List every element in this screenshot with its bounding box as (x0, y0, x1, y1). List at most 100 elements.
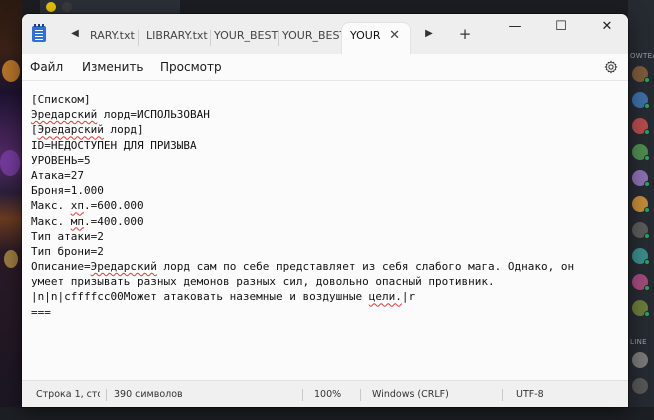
background-art-blob (0, 150, 20, 176)
tab-your-active[interactable]: YOUR ✕ (342, 23, 410, 54)
text-segment: === (31, 305, 51, 319)
misspelled-word: хп (70, 199, 84, 213)
tab-label: YOUR_BESTI (282, 29, 342, 42)
text-segment: [Списком] (31, 93, 91, 106)
menu-edit[interactable]: Изменить (76, 58, 150, 76)
document-text[interactable]: [Списком] Эредарский лорд=ИСПОЛЬЗОВАН [Эре… (31, 92, 621, 320)
tab-label: LIBRARY.txt (146, 29, 208, 42)
line-endings[interactable]: Windows (CRLF) (372, 381, 462, 407)
text-segment: ID=НЕДОСТУПЕН ДЛЯ ПРИЗЫВА (31, 138, 197, 152)
text-segment: Броня=1.000 (31, 184, 104, 198)
text-line: Эредарский лорд=ИСПОЛЬЗОВАН (31, 107, 621, 122)
background-game-art (0, 0, 22, 420)
maximize-button[interactable]: ☐ (538, 14, 584, 46)
tab-label: RARY.txt (90, 29, 135, 42)
text-segment: Тип атаки=2 (31, 229, 104, 243)
tab-library[interactable]: LIBRARY.txt (138, 23, 210, 54)
text-segment: УРОВЕНЬ=5 (31, 153, 91, 167)
text-line: ID=НЕДОСТУПЕН ДЛЯ ПРИЗЫВА (31, 138, 621, 153)
tab-your-besti-2[interactable]: YOUR_BESTI (274, 23, 342, 54)
background-icon (62, 2, 72, 12)
text-segment: Атака=27 (31, 168, 84, 182)
text-segment: [ (31, 123, 38, 137)
member-entry[interactable] (628, 272, 654, 294)
member-entry[interactable] (628, 90, 654, 112)
misspelled-word: цели. (368, 290, 402, 304)
member-entry[interactable] (628, 64, 654, 86)
tab-rary[interactable]: RARY.txt (82, 23, 138, 54)
scroll-tabs-left-icon[interactable]: ◀ (68, 27, 82, 41)
background-icon (46, 2, 56, 12)
close-window-button[interactable]: ✕ (584, 14, 628, 46)
text-line: Броня=1.000 (31, 183, 621, 198)
text-line: === (31, 305, 621, 320)
member-entry[interactable] (628, 116, 654, 138)
member-entry[interactable] (628, 168, 654, 190)
status-dot (644, 103, 650, 109)
member-entry[interactable] (628, 142, 654, 164)
zoom-level[interactable]: 100% (314, 381, 354, 407)
status-dot (644, 181, 650, 187)
member-entry[interactable] (628, 246, 654, 268)
text-segment: лорд=ИСПОЛЬЗОВАН (97, 108, 210, 122)
tab-label: YOUR_BESTI (214, 29, 278, 42)
misspelled-word: Эредарский (90, 260, 157, 274)
misspelled-word: мп (70, 214, 84, 228)
member-list-header: OWTEA (630, 52, 654, 60)
text-segment: |r (401, 290, 416, 304)
scroll-tabs-right-icon[interactable]: ▶ (422, 27, 436, 41)
member-entry[interactable] (628, 220, 654, 242)
background-taskbar (0, 407, 654, 420)
encoding[interactable]: UTF-8 (516, 381, 566, 407)
member-entry[interactable] (628, 194, 654, 216)
status-dot (644, 285, 650, 291)
new-tab-icon[interactable]: + (458, 27, 472, 42)
avatar (632, 378, 648, 394)
text-segment: Макс. (31, 214, 71, 228)
status-bar: Строка 1, стол 390 символов 100% Windows… (22, 380, 628, 407)
member-entry[interactable] (628, 350, 654, 372)
status-dot (644, 77, 650, 83)
text-line: |n|n|cffffcc00Может атаковать наземные и… (31, 289, 621, 304)
member-entry[interactable] (628, 298, 654, 320)
misspelled-word: Эредарский (31, 108, 98, 122)
text-line: Атака=27 (31, 168, 621, 183)
text-segment: .=400.000 (84, 214, 144, 228)
tab-your-besti-1[interactable]: YOUR_BESTI (206, 23, 278, 54)
text-segment: умеет призывать разных демонов разных си… (31, 275, 495, 289)
status-dot (644, 129, 650, 135)
text-segment: .=600.000 (84, 199, 144, 213)
status-divider (302, 389, 303, 401)
menu-bar: Файл Изменить Просмотр (22, 54, 628, 80)
title-bar[interactable]: ◀ RARY.txt LIBRARY.txt YOUR_BESTI YOUR_B… (22, 14, 628, 54)
status-dot (644, 233, 650, 239)
tab-label: YOUR (350, 29, 381, 42)
background-app-bar (40, 0, 180, 14)
member-entry[interactable] (628, 376, 654, 398)
background-art-blob (4, 250, 18, 268)
text-line: Тип брони=2 (31, 244, 621, 259)
text-line: [Списком] (31, 92, 621, 107)
member-list-header: LINE (630, 338, 647, 346)
text-segment: Описание= (31, 260, 91, 274)
text-editor[interactable]: [Списком] Эредарский лорд=ИСПОЛЬЗОВАН [Эре… (22, 80, 628, 380)
text-line: Макс. мп.=400.000 (31, 214, 621, 229)
menu-file[interactable]: Файл (24, 58, 69, 76)
text-segment: Тип брони=2 (31, 244, 104, 258)
background-art-blob (2, 60, 20, 82)
text-segment: лорд сам по себе представляет из себя сл… (156, 260, 575, 274)
text-line: УРОВЕНЬ=5 (31, 153, 621, 168)
menu-view[interactable]: Просмотр (154, 58, 228, 76)
minimize-button[interactable]: — (492, 14, 538, 46)
misspelled-word: Эредарский (37, 123, 104, 137)
text-line: [Эредарский лорд] (31, 122, 621, 137)
settings-gear-icon[interactable] (604, 60, 618, 74)
status-divider (502, 389, 503, 401)
text-line: умеет призывать разных демонов разных си… (31, 274, 621, 289)
cursor-position: Строка 1, стол (36, 389, 100, 400)
text-segment: лорд] (103, 123, 144, 137)
text-line: Макс. хп.=600.000 (31, 198, 621, 213)
avatar (632, 352, 648, 368)
close-tab-icon[interactable]: ✕ (389, 23, 400, 49)
text-line: Описание=Эредарский лорд сам по себе пре… (31, 259, 621, 274)
